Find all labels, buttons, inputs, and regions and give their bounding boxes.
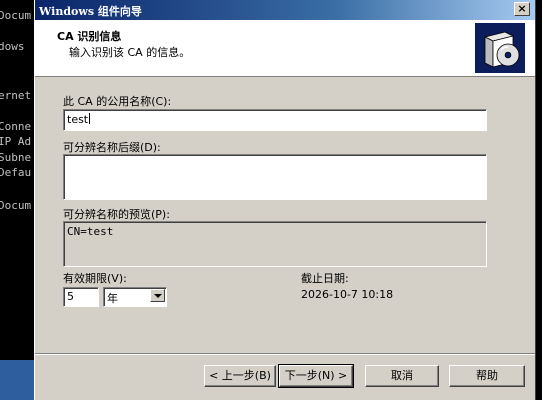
footer-divider <box>35 353 535 355</box>
dn-preview-label: 可分辨名称的预览(P): <box>63 208 170 221</box>
common-name-input[interactable]: test <box>63 109 487 131</box>
dn-preview-value: CN=test <box>67 225 114 238</box>
validity-label: 有效期限(V): <box>63 272 127 285</box>
cancel-button[interactable]: 取消 <box>365 365 439 387</box>
dn-preview-box: CN=test <box>63 221 487 267</box>
taskbar-fragment <box>0 360 36 400</box>
close-button[interactable]: × <box>514 2 530 16</box>
next-button[interactable]: 下一步(N) > <box>278 364 354 388</box>
validity-unit-select[interactable]: 年 <box>103 287 167 307</box>
common-name-value: test <box>67 113 89 126</box>
chevron-down-icon[interactable] <box>150 289 165 302</box>
console-line: Conne <box>0 120 32 133</box>
dn-suffix-input[interactable] <box>63 154 487 200</box>
console-line: ernet <box>0 89 32 102</box>
console-line: Docum <box>0 199 32 212</box>
validity-period-value: 5 <box>67 290 74 303</box>
components-wizard-dialog: Windows 组件向导 × CA 识别信息 输入识别该 CA 的信息。 此 C… <box>34 0 536 400</box>
common-name-label: 此 CA 的公用名称(C): <box>63 95 172 108</box>
wizard-box-cd-icon <box>475 23 525 73</box>
wizard-header: CA 识别信息 输入识别该 CA 的信息。 <box>35 20 535 77</box>
page-subtitle: 输入识别该 CA 的信息。 <box>69 46 191 59</box>
close-icon: × <box>517 2 527 15</box>
expiration-label: 截止日期: <box>301 272 349 285</box>
console-line: IP Ad <box>0 135 32 148</box>
expiration-date: 2026-10-7 10:18 <box>301 288 394 301</box>
help-button[interactable]: 帮助 <box>449 365 525 387</box>
validity-unit-value: 年 <box>107 292 118 305</box>
console-line: Subne <box>0 151 32 164</box>
window-title: Windows 组件向导 <box>39 5 142 18</box>
validity-period-input[interactable]: 5 <box>63 287 99 307</box>
console-background: Docum dows ernet Conne IP Ad Subne Defau… <box>0 0 36 400</box>
back-button[interactable]: < 上一步(B) <box>204 365 276 387</box>
title-bar[interactable]: Windows 组件向导 × <box>35 0 535 20</box>
console-line: Docum <box>0 9 32 22</box>
console-line: dows <box>0 40 25 53</box>
desktop-edge <box>536 0 542 400</box>
page-title: CA 识别信息 <box>57 30 122 43</box>
text-caret <box>89 113 91 124</box>
console-line: Defau <box>0 166 32 179</box>
dn-suffix-label: 可分辨名称后缀(D): <box>63 141 161 154</box>
